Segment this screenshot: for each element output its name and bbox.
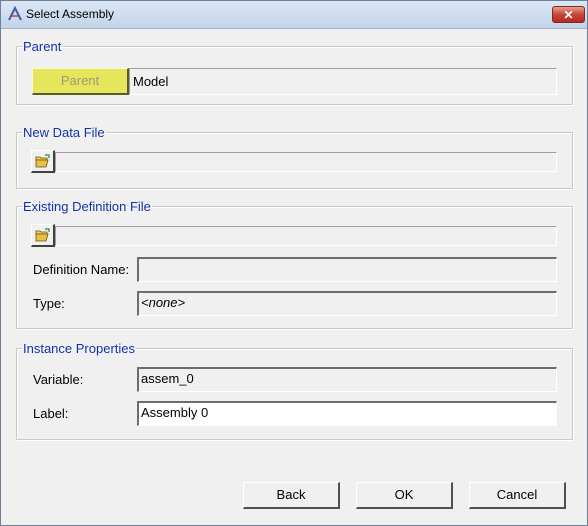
new-data-file-legend: New Data File [23, 125, 105, 140]
title-bar: Select Assembly ✕ [1, 1, 587, 29]
new-data-file-browse-button[interactable] [31, 150, 55, 173]
parent-button[interactable]: Parent [32, 68, 129, 95]
parent-value-field: Model [129, 68, 557, 95]
definition-name-field[interactable] [137, 257, 557, 282]
close-button[interactable]: ✕ [552, 6, 585, 23]
label-field[interactable]: Assembly 0 [137, 401, 557, 426]
type-field: <none> [137, 291, 557, 316]
variable-label: Variable: [33, 372, 84, 387]
parent-legend: Parent [23, 39, 62, 54]
ok-button[interactable]: OK [356, 482, 453, 509]
open-folder-icon [35, 154, 50, 168]
back-button[interactable]: Back [243, 482, 340, 509]
cancel-button[interactable]: Cancel [469, 482, 566, 509]
existing-definition-legend: Existing Definition File [23, 199, 151, 214]
existing-definition-path-field[interactable] [55, 226, 557, 246]
type-label: Type: [33, 296, 65, 311]
select-assembly-dialog: Select Assembly ✕ Parent Parent Model Ne… [0, 0, 588, 526]
open-folder-icon [35, 228, 50, 242]
label-label: Label: [33, 406, 69, 421]
window-title: Select Assembly [26, 7, 115, 21]
variable-field[interactable]: assem_0 [137, 367, 557, 392]
new-data-file-path-field[interactable] [55, 152, 557, 172]
existing-definition-browse-button[interactable] [31, 224, 55, 247]
app-icon [8, 6, 22, 21]
instance-properties-legend: Instance Properties [23, 341, 136, 356]
definition-name-label: Definition Name: [33, 262, 130, 277]
